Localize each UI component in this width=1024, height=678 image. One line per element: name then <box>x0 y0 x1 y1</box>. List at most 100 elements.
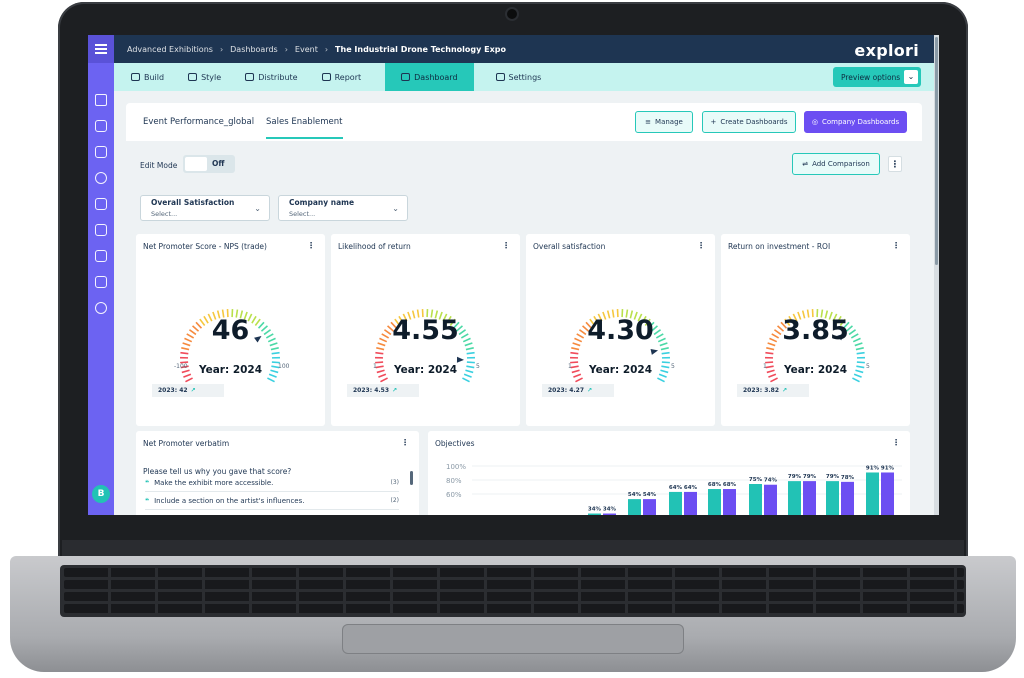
explori-logo: explori <box>854 41 919 60</box>
data-label: 54% <box>643 492 657 498</box>
kpi-value: 3.85 <box>782 315 849 346</box>
trend-up-icon: ↗ <box>782 387 788 394</box>
filter-company-name[interactable]: Company name Select... ⌄ <box>278 195 408 221</box>
gauge-tick <box>766 347 775 351</box>
key-row <box>64 604 964 613</box>
breadcrumb-current: The Industrial Drone Technology Expo <box>335 44 506 54</box>
key-row <box>64 580 964 589</box>
gauge-pointer <box>456 356 464 363</box>
gauge-tick <box>465 347 474 351</box>
company-dashboards-button[interactable]: ◎ Company Dashboards <box>804 111 907 133</box>
gauge-pointer <box>650 348 659 355</box>
tool-label: Report <box>334 72 362 82</box>
filter-overall-satisfaction[interactable]: Overall Satisfaction Select... ⌄ <box>140 195 270 221</box>
gauge-max: 5 <box>671 363 675 370</box>
previous-value: 2023: 4.53 <box>353 387 389 394</box>
previous-year-badge: 2023: 4.27 ↗ <box>542 384 614 397</box>
menu-icon[interactable] <box>88 35 114 63</box>
dashboard-icon <box>401 73 411 81</box>
clipboard-icon[interactable] <box>95 146 107 158</box>
company-label: Company Dashboards <box>821 118 900 126</box>
tool-label: Dashboard <box>414 72 458 82</box>
gauge-tick <box>271 351 280 355</box>
avatar[interactable]: B <box>92 485 110 503</box>
gauge-tick <box>661 361 670 364</box>
build-icon <box>131 73 140 81</box>
tool-style[interactable]: Style <box>188 63 245 91</box>
edit-mode-toggle[interactable]: Off <box>183 155 235 173</box>
chevron-down-icon[interactable]: ⌄ <box>904 70 918 84</box>
more-options-icon[interactable]: ⋮ <box>401 438 409 447</box>
breadcrumb-item[interactable]: Event <box>295 45 318 54</box>
manage-button[interactable]: ≡ Manage <box>635 111 693 133</box>
data-label: 54% <box>628 492 642 498</box>
gauge-tick <box>180 351 189 355</box>
gauge-tick <box>185 377 193 383</box>
filter-value: Select... <box>151 210 178 218</box>
layout-icon[interactable] <box>95 198 107 210</box>
data-label: 91% <box>881 465 895 471</box>
bar <box>841 481 854 515</box>
tool-build[interactable]: Build <box>131 63 188 91</box>
page-scrollbar[interactable] <box>934 35 939 515</box>
gauge-tick <box>270 347 279 351</box>
breadcrumb-item[interactable]: Dashboards <box>230 45 278 54</box>
check-circle-icon[interactable] <box>95 172 107 184</box>
more-options-icon[interactable]: ⋮ <box>502 241 510 250</box>
filter-label: Company name <box>289 198 355 207</box>
touchpad <box>342 624 684 654</box>
verbatim-count: (2) <box>390 497 400 504</box>
bar <box>588 513 601 515</box>
tool-dashboard[interactable]: Dashboard <box>385 63 474 91</box>
more-options-icon[interactable]: ⋮ <box>892 241 900 250</box>
create-dashboards-button[interactable]: + Create Dashboards <box>702 111 796 133</box>
breadcrumb-item[interactable]: Advanced Exhibitions <box>127 45 213 54</box>
bar <box>723 489 736 515</box>
gauge-tick <box>852 377 860 383</box>
filter-label: Overall Satisfaction <box>151 198 235 207</box>
data-label: 64% <box>669 485 683 491</box>
laptop-frame: B Advanced Exhibitions › Dashboards › Ev… <box>0 0 1024 678</box>
card-title: Return on investment - ROI <box>728 242 831 251</box>
objectives-chart: 100%80%60%34%54%64% 68%75% 79% 79%91%34%54%… <box>446 463 902 515</box>
report-icon <box>321 73 331 81</box>
layers-icon[interactable] <box>95 250 107 262</box>
trend-up-icon: ↗ <box>190 387 196 394</box>
bar <box>881 472 894 515</box>
gauge-tick <box>855 347 864 351</box>
gauge-tick <box>856 361 865 364</box>
message-icon[interactable] <box>95 276 107 288</box>
more-options-icon[interactable]: ⋮ <box>697 241 705 250</box>
tool-distribute[interactable]: Distribute <box>245 63 321 91</box>
gauge-max: 100 <box>278 363 290 370</box>
kpi-value: 4.55 <box>392 315 459 346</box>
previous-value: 2023: 3.82 <box>743 387 779 394</box>
style-icon <box>188 73 198 81</box>
data-label: 79% <box>803 474 817 480</box>
data-label: 75% <box>749 477 763 483</box>
kpi-year: Year: 2024 <box>588 364 653 376</box>
data-label: 91% <box>866 465 880 471</box>
sidebar: B <box>88 35 114 515</box>
rss-icon[interactable] <box>95 120 107 132</box>
more-options-icon[interactable]: ⋮ <box>888 156 902 172</box>
dashboard-area: Event Performance_global Sales Enablemen… <box>126 103 922 515</box>
add-comparison-button[interactable]: ⇌ Add Comparison <box>792 153 880 175</box>
verbatim-count: (3) <box>390 479 400 486</box>
tool-report[interactable]: Report <box>321 63 386 91</box>
sliders-icon <box>495 73 505 81</box>
kpi-year: Year: 2024 <box>198 364 263 376</box>
more-options-icon[interactable]: ⋮ <box>307 241 315 250</box>
users-icon[interactable] <box>95 302 107 314</box>
tool-label: Distribute <box>258 72 298 82</box>
tool-settings[interactable]: Settings <box>495 63 566 91</box>
tab-sales-enablement[interactable]: Sales Enablement <box>266 117 343 139</box>
preview-options-button[interactable]: Preview options ⌄ <box>833 67 921 87</box>
home-icon[interactable] <box>95 94 107 106</box>
kpi-card: Return on investment - ROI ⋮ 3.85 Year: … <box>721 234 910 426</box>
flag-icon[interactable] <box>95 224 107 236</box>
y-tick-label: 80% <box>446 477 462 485</box>
card-title: Likelihood of return <box>338 242 411 251</box>
tab-event-performance[interactable]: Event Performance_global <box>143 117 254 127</box>
scrollbar[interactable] <box>410 471 413 485</box>
